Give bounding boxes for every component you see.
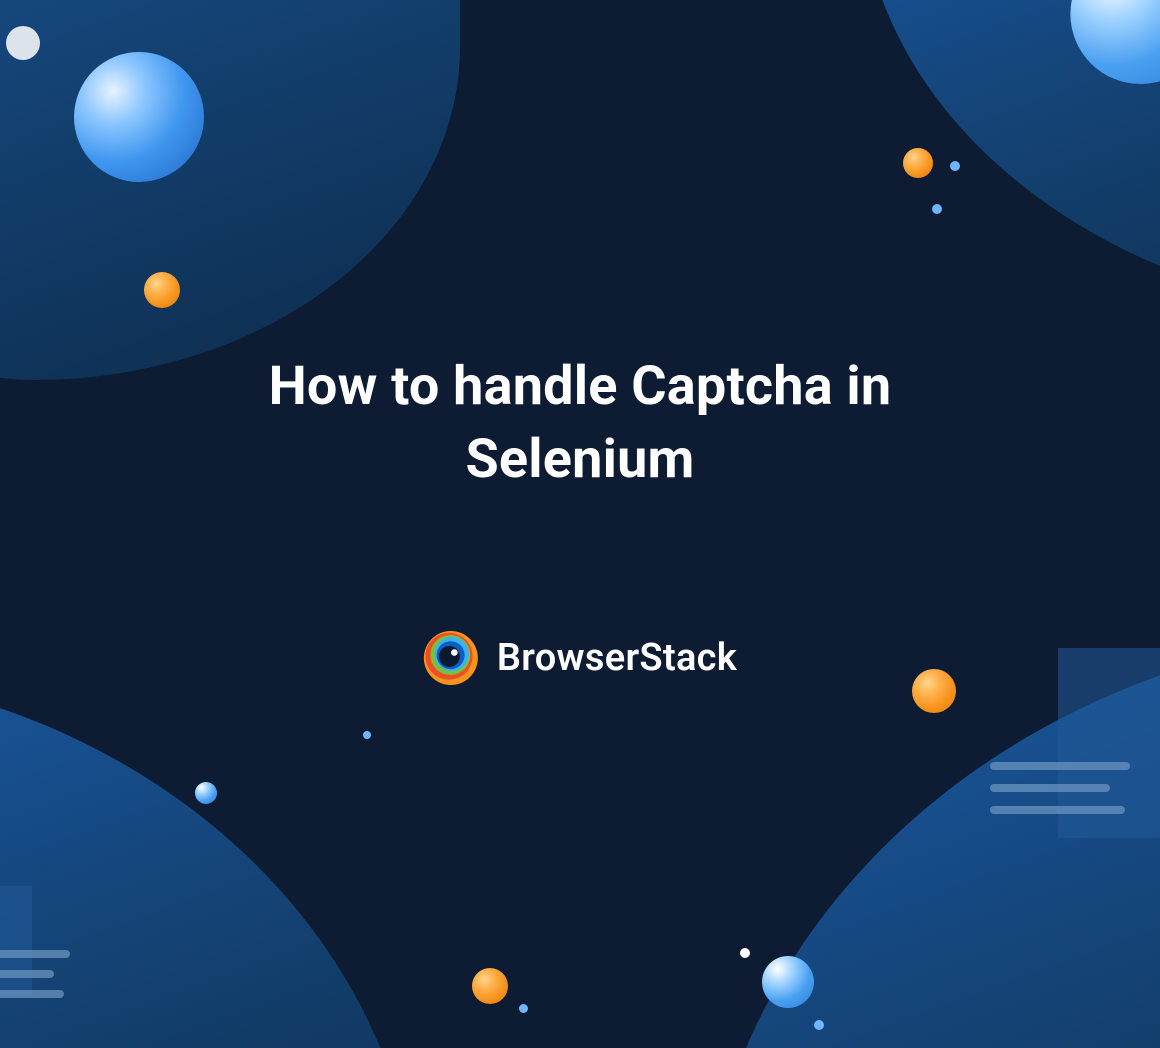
brand-lockup: BrowserStack — [423, 630, 737, 686]
brand-name: BrowserStack — [497, 636, 737, 680]
browserstack-logo-icon — [423, 630, 479, 686]
hero-banner: How to handle Captcha in Selenium Browse… — [0, 0, 1160, 1048]
page-title: How to handle Captcha in Selenium — [170, 351, 990, 497]
